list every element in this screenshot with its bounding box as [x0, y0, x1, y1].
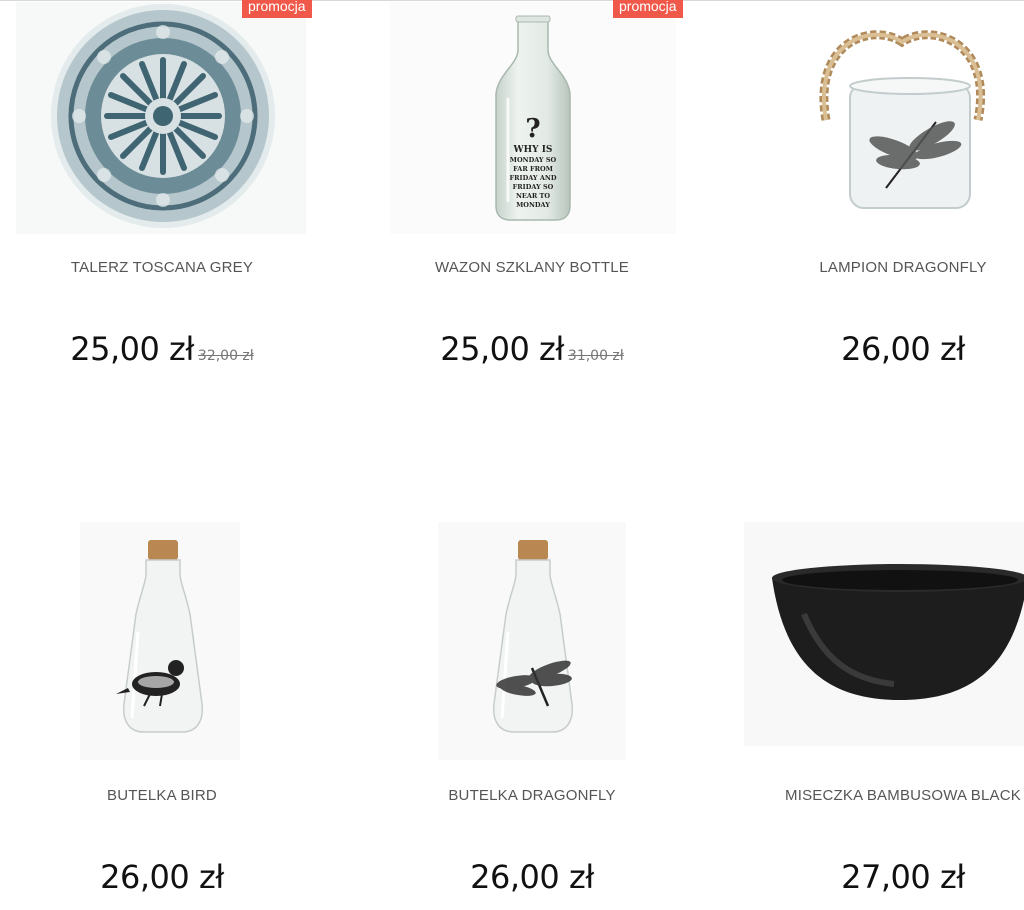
- vase-text-line: WHY IS: [513, 145, 553, 155]
- vase-text-line: NEAR TO: [516, 192, 550, 200]
- promo-badge: promocja: [613, 0, 683, 18]
- lantern-image[interactable]: [782, 2, 1024, 234]
- current-price: 25,00 zł: [440, 330, 564, 368]
- product-price: 25,00 zł 32,00 zł: [0, 330, 332, 368]
- old-price: 32,00 zł: [197, 348, 254, 364]
- product-price: 25,00 zł 31,00 zł: [362, 330, 702, 368]
- vase-text-line: MONDAY: [516, 201, 550, 209]
- promo-badge: promocja: [242, 0, 312, 18]
- vase-text-line: FRIDAY SO: [513, 183, 554, 191]
- vase-text-line: FAR FROM: [513, 165, 553, 173]
- product-price: 26,00 zł: [733, 330, 1024, 368]
- current-price: 25,00 zł: [70, 330, 194, 368]
- vase-question: ?: [525, 114, 540, 144]
- vase-image[interactable]: ? WHY IS MONDAY SO FAR FROM FRIDAY AND F…: [390, 2, 676, 234]
- plate-image[interactable]: [16, 2, 306, 234]
- bowl-image[interactable]: [744, 522, 1024, 746]
- product-price: 26,00 zł: [362, 858, 702, 896]
- product-name[interactable]: TALERZ TOSCANA GREY: [0, 259, 332, 276]
- current-price: 26,00 zł: [100, 858, 224, 896]
- current-price: 27,00 zł: [841, 858, 965, 896]
- current-price: 26,00 zł: [470, 858, 594, 896]
- product-price: 27,00 zł: [733, 858, 1024, 896]
- bottle-bird-image[interactable]: [80, 522, 240, 760]
- product-price: 26,00 zł: [0, 858, 332, 896]
- product-name[interactable]: WAZON SZKLANY BOTTLE: [362, 259, 702, 276]
- product-name[interactable]: BUTELKA BIRD: [0, 787, 332, 804]
- vase-text-line: FRIDAY AND: [510, 174, 557, 182]
- current-price: 26,00 zł: [841, 330, 965, 368]
- product-name[interactable]: MISECZKA BAMBUSOWA BLACK: [733, 787, 1024, 804]
- product-name[interactable]: BUTELKA DRAGONFLY: [362, 787, 702, 804]
- old-price: 31,00 zł: [567, 348, 624, 364]
- bottle-dragonfly-image[interactable]: [438, 522, 626, 760]
- vase-text-line: MONDAY SO: [510, 156, 557, 164]
- product-grid: promocja TALERZ TOSCANA GREY 25,00 zł 32,…: [0, 0, 1024, 910]
- product-name[interactable]: LAMPION DRAGONFLY: [733, 259, 1024, 276]
